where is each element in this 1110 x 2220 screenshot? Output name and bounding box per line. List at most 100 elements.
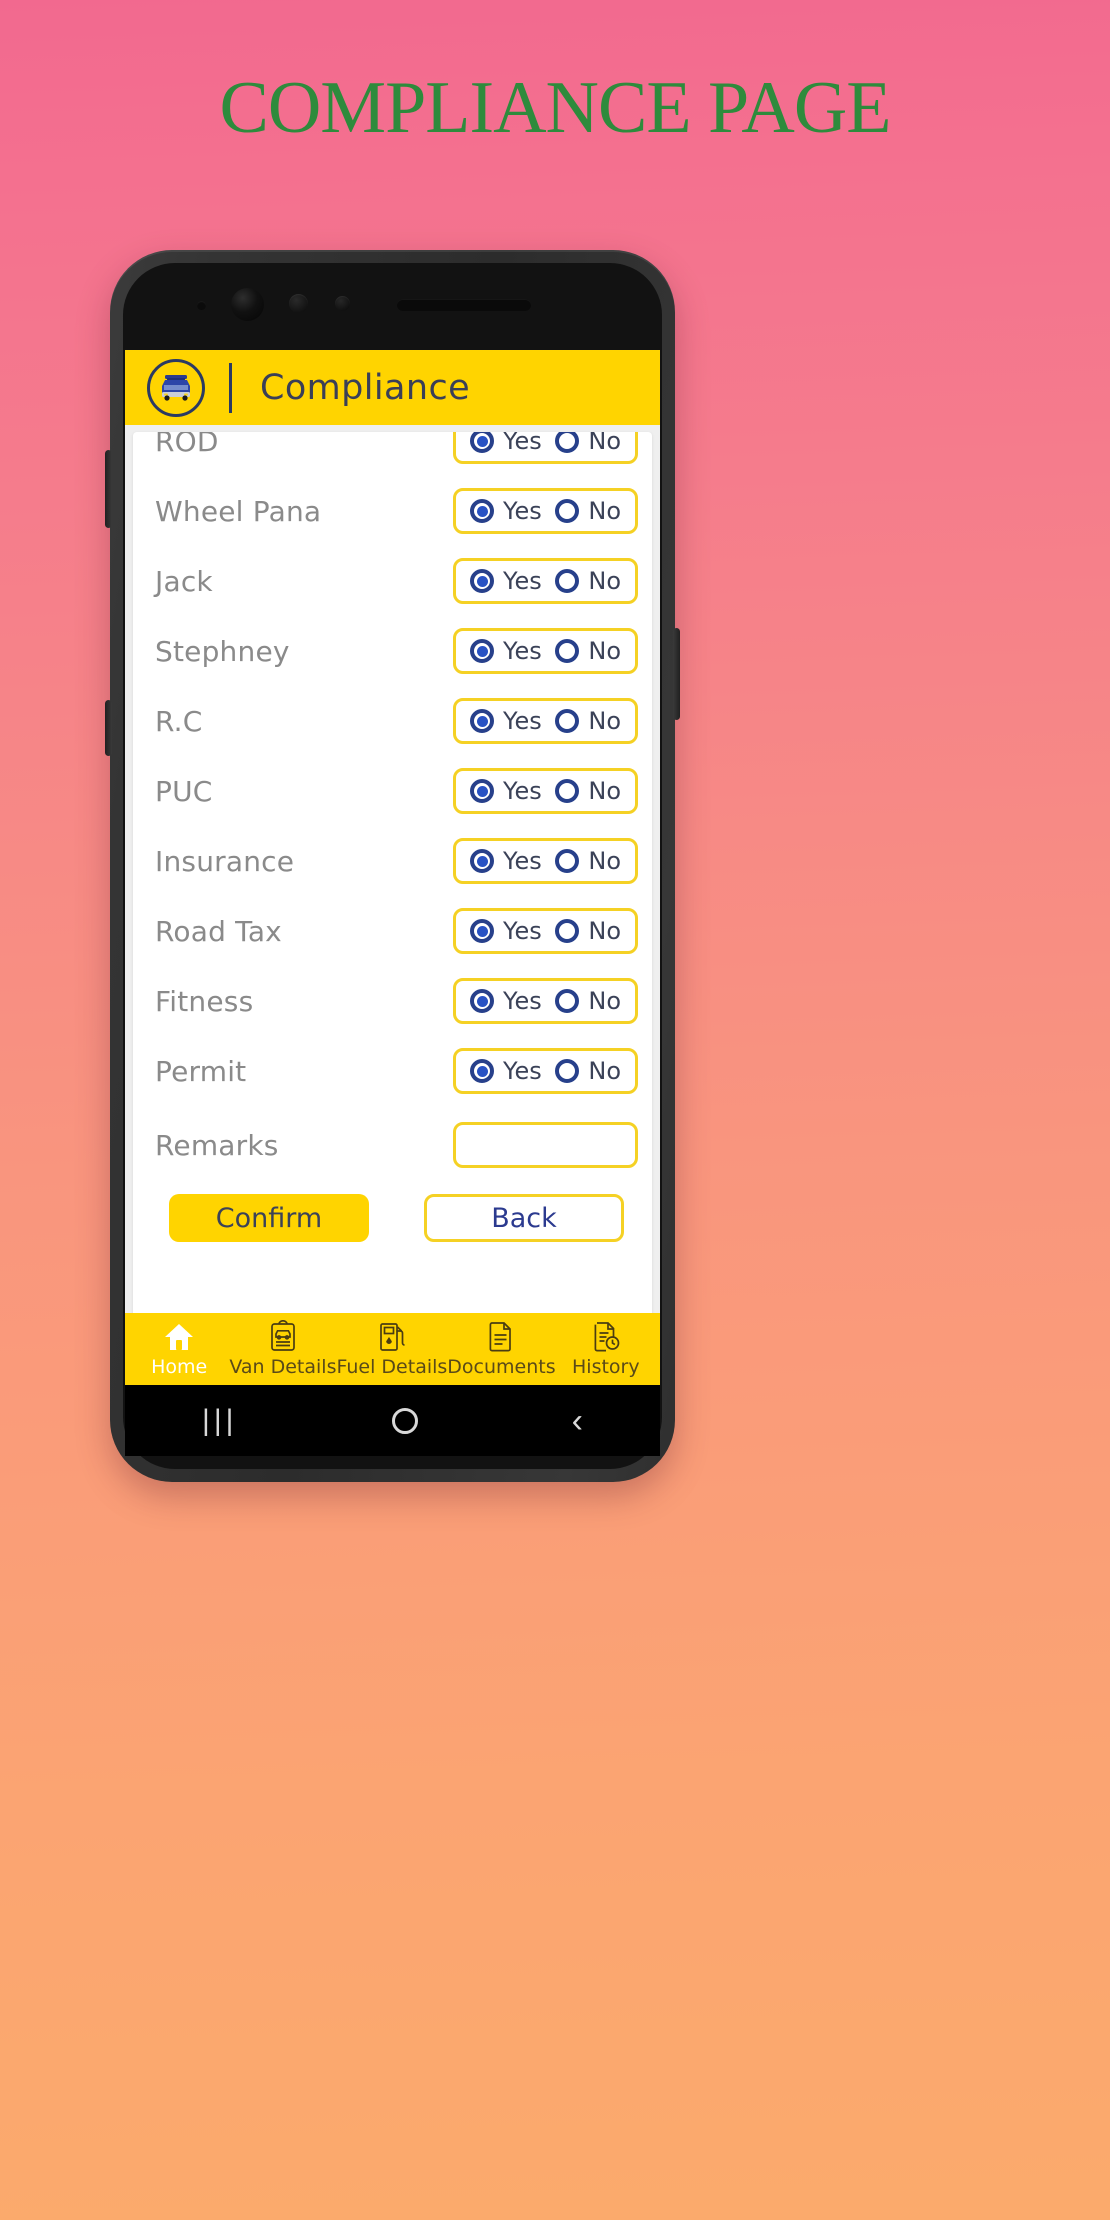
light-sensor-icon <box>335 296 350 311</box>
radio-label-no: No <box>588 1057 621 1085</box>
page-title: COMPLIANCE PAGE <box>219 67 892 149</box>
radio-label-no: No <box>588 637 621 665</box>
radio-unselected-icon[interactable] <box>555 709 580 733</box>
radio-label-yes: Yes <box>503 707 542 735</box>
radio-selected-icon[interactable] <box>470 849 494 873</box>
android-home-button[interactable] <box>391 1407 418 1434</box>
radio-group-rod[interactable]: Yes No <box>453 432 638 464</box>
radio-option-yes[interactable]: Yes <box>470 497 542 525</box>
radio-option-no[interactable]: No <box>555 497 621 525</box>
radio-label-no: No <box>588 987 621 1015</box>
confirm-button[interactable]: Confirm <box>169 1194 369 1242</box>
radio-selected-icon[interactable] <box>470 639 494 663</box>
radio-unselected-icon[interactable] <box>555 499 580 523</box>
row-label: R.C <box>155 704 203 738</box>
radio-option-no[interactable]: No <box>555 847 621 875</box>
nav-item-fuel-details[interactable]: Fuel Details <box>336 1320 447 1378</box>
sensor-strip <box>123 263 662 341</box>
radio-option-no[interactable]: No <box>555 637 621 665</box>
radio-option-yes[interactable]: Yes <box>470 777 542 805</box>
radio-label-yes: Yes <box>503 432 542 455</box>
row-label: Insurance <box>155 844 295 878</box>
radio-selected-icon[interactable] <box>470 709 494 733</box>
row-label: Wheel Pana <box>155 494 322 528</box>
van-logo-icon <box>147 358 205 417</box>
radio-group-permit[interactable]: Yes No <box>453 1048 638 1094</box>
compliance-row-jack: Jack Yes No <box>155 546 638 616</box>
radio-selected-icon[interactable] <box>470 499 494 523</box>
compliance-row-fitness: Fitness Yes No <box>155 966 638 1036</box>
radio-label-yes: Yes <box>503 567 542 595</box>
nav-item-home[interactable]: Home <box>129 1320 229 1378</box>
remarks-input[interactable] <box>453 1122 638 1168</box>
nav-label: Documents <box>447 1356 556 1378</box>
radio-group-road-tax[interactable]: Yes No <box>453 908 638 954</box>
radio-label-yes: Yes <box>503 987 542 1015</box>
radio-group-fitness[interactable]: Yes No <box>453 978 638 1024</box>
radio-selected-icon[interactable] <box>470 919 494 943</box>
radio-selected-icon[interactable] <box>470 569 494 593</box>
radio-unselected-icon[interactable] <box>555 432 580 453</box>
compliance-list[interactable]: ROD Yes No Wheel Pana Yes No Jack Yes No… <box>133 432 652 1242</box>
radio-selected-icon[interactable] <box>470 1059 494 1083</box>
nav-item-documents[interactable]: Documents <box>447 1320 556 1378</box>
app-bar-divider <box>229 362 232 413</box>
radio-option-no[interactable]: No <box>555 917 621 945</box>
radio-option-no[interactable]: No <box>555 777 621 805</box>
nav-item-van-details[interactable]: Van Details <box>229 1320 336 1378</box>
radio-option-no[interactable]: No <box>555 987 621 1015</box>
radio-group-jack[interactable]: Yes No <box>453 558 638 604</box>
radio-option-no[interactable]: No <box>555 432 621 455</box>
radio-option-yes[interactable]: Yes <box>470 432 542 455</box>
assistant-button[interactable] <box>105 700 112 756</box>
radio-unselected-icon[interactable] <box>555 779 580 803</box>
row-label: Permit <box>155 1054 247 1088</box>
radio-group-insurance[interactable]: Yes No <box>453 838 638 884</box>
radio-unselected-icon[interactable] <box>555 569 580 593</box>
sensor-dot-icon <box>197 301 206 310</box>
radio-group-rc[interactable]: Yes No <box>453 698 638 744</box>
radio-group-stephney[interactable]: Yes No <box>453 628 638 674</box>
radio-selected-icon[interactable] <box>470 779 494 803</box>
nav-label: History <box>572 1356 640 1378</box>
back-button[interactable]: Back <box>424 1194 624 1242</box>
nav-item-history[interactable]: History <box>556 1320 656 1378</box>
radio-option-yes[interactable]: Yes <box>470 707 542 735</box>
radio-option-yes[interactable]: Yes <box>470 637 542 665</box>
radio-option-yes[interactable]: Yes <box>470 917 542 945</box>
radio-group-puc[interactable]: Yes No <box>453 768 638 814</box>
radio-option-yes[interactable]: Yes <box>470 1057 542 1085</box>
proximity-sensor-icon <box>289 294 308 313</box>
radio-unselected-icon[interactable] <box>555 639 580 663</box>
radio-unselected-icon[interactable] <box>555 849 580 873</box>
front-camera-icon <box>231 288 264 321</box>
radio-group-wheel-pana[interactable]: Yes No <box>453 488 638 534</box>
radio-selected-icon[interactable] <box>470 989 494 1013</box>
radio-unselected-icon[interactable] <box>555 989 580 1013</box>
radio-option-yes[interactable]: Yes <box>470 567 542 595</box>
radio-option-yes[interactable]: Yes <box>470 987 542 1015</box>
radio-option-no[interactable]: No <box>555 1057 621 1085</box>
form-action-row: Confirm Back <box>155 1188 638 1242</box>
fuel-pump-icon <box>377 1320 407 1352</box>
android-back-button[interactable]: ‹ <box>572 1404 583 1438</box>
volume-button[interactable] <box>105 450 112 528</box>
radio-label-yes: Yes <box>503 847 542 875</box>
recents-button[interactable]: ||| <box>202 1404 237 1438</box>
row-label: PUC <box>155 774 213 808</box>
radio-option-no[interactable]: No <box>555 567 621 595</box>
radio-label-no: No <box>588 707 621 735</box>
radio-label-no: No <box>588 847 621 875</box>
radio-selected-icon[interactable] <box>470 432 494 453</box>
remarks-label: Remarks <box>155 1128 279 1162</box>
compliance-row-puc: PUC Yes No <box>155 756 638 826</box>
radio-label-yes: Yes <box>503 637 542 665</box>
radio-option-yes[interactable]: Yes <box>470 847 542 875</box>
power-button[interactable] <box>673 628 680 720</box>
radio-unselected-icon[interactable] <box>555 919 580 943</box>
compliance-row-insurance: Insurance Yes No <box>155 826 638 896</box>
phone-screen: Compliance ROD Yes No Wheel Pana Yes No … <box>125 350 660 1385</box>
radio-unselected-icon[interactable] <box>555 1059 580 1083</box>
nav-label: Home <box>151 1356 208 1378</box>
radio-option-no[interactable]: No <box>555 707 621 735</box>
